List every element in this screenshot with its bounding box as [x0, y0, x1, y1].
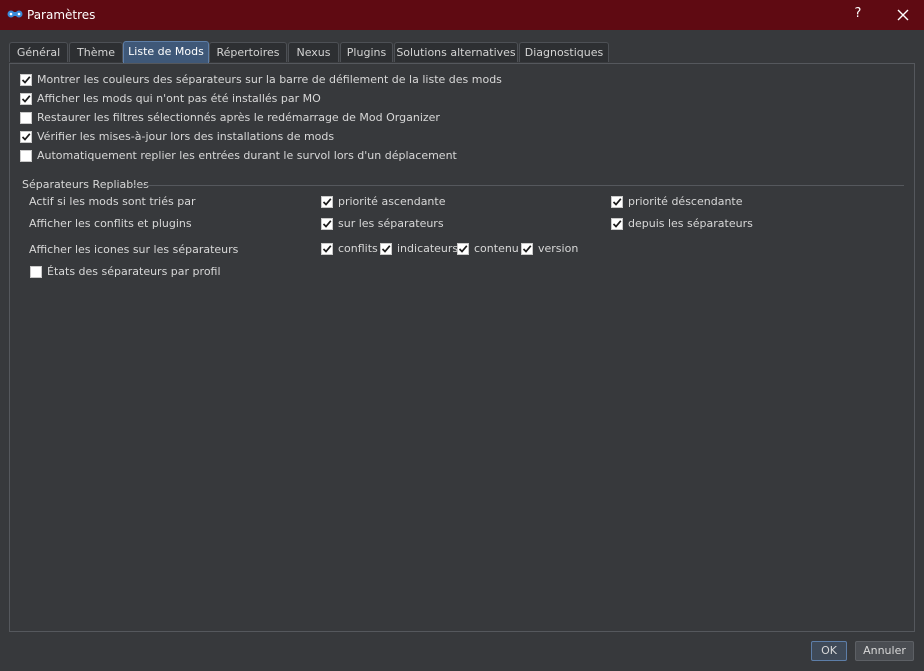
tab-general[interactable]: Général	[9, 42, 68, 62]
checkbox-priority-descending[interactable]	[611, 196, 623, 208]
checkbox-priority-ascending[interactable]	[321, 196, 333, 208]
cancel-button[interactable]: Annuler	[855, 641, 914, 661]
close-icon	[897, 9, 909, 21]
checkbox-on-separators[interactable]	[321, 218, 333, 230]
label-from-separators: depuis les séparateurs	[628, 217, 753, 230]
tab-nexus[interactable]: Nexus	[288, 42, 339, 62]
checkmark-icon	[381, 245, 391, 253]
label-active-sorted-by: Actif si les mods sont triés par	[29, 195, 196, 208]
checkmark-icon	[612, 198, 622, 206]
tab-diagnostics[interactable]: Diagnostiques	[519, 42, 609, 62]
checkmark-icon	[322, 220, 332, 228]
close-button[interactable]	[893, 6, 913, 24]
option-label-check-updates: Vérifier les mises-à-jour lors des insta…	[37, 130, 335, 143]
checkbox-icon-flags[interactable]	[380, 243, 392, 255]
option-checkbox-check-updates[interactable]	[20, 131, 32, 143]
option-checkbox-scrollbar-colors[interactable]	[20, 74, 32, 86]
tab-plugins[interactable]: Plugins	[340, 42, 393, 62]
option-checkbox-auto-collapse[interactable]	[20, 150, 32, 162]
checkbox-icon-version[interactable]	[521, 243, 533, 255]
tab-mod-list[interactable]: Liste de Mods	[123, 41, 209, 63]
tab-theme[interactable]: Thème	[69, 42, 123, 62]
option-label-auto-collapse: Automatiquement replier les entrées dura…	[37, 149, 457, 162]
option-label-scrollbar-colors: Montrer les couleurs des séparateurs sur…	[37, 73, 502, 86]
option-checkbox-restore-filters[interactable]	[20, 112, 32, 124]
label-icon-flags: indicateurs	[397, 242, 459, 255]
checkmark-icon	[21, 76, 31, 84]
checkbox-per-profile-states[interactable]	[30, 266, 42, 278]
label-icon-version: version	[538, 242, 579, 255]
group-divider	[134, 185, 904, 186]
checkmark-icon	[612, 220, 622, 228]
checkmark-icon	[522, 245, 532, 253]
checkbox-from-separators[interactable]	[611, 218, 623, 230]
checkmark-icon	[21, 133, 31, 141]
label-on-separators: sur les séparateurs	[338, 217, 444, 230]
option-checkbox-external-mods[interactable]	[20, 93, 32, 105]
label-show-conflicts-plugins: Afficher les conflits et plugins	[29, 217, 192, 230]
ok-button[interactable]: OK	[811, 641, 847, 661]
label-priority-ascending: priorité ascendante	[338, 195, 446, 208]
label-priority-descending: priorité déscendante	[628, 195, 743, 208]
checkbox-icon-content[interactable]	[457, 243, 469, 255]
tab-directories[interactable]: Répertoires	[209, 42, 287, 62]
help-button[interactable]: ?	[849, 6, 867, 24]
mod-organizer-logo-icon	[7, 10, 23, 18]
option-label-restore-filters: Restaurer les filtres sélectionnés après…	[37, 111, 440, 124]
checkmark-icon	[21, 95, 31, 103]
label-icon-content: contenu	[474, 242, 519, 255]
label-show-icons-separators: Afficher les icones sur les séparateurs	[29, 243, 239, 256]
window-title: Paramètres	[27, 8, 96, 22]
tab-workarounds[interactable]: Solutions alternatives	[394, 42, 518, 62]
group-title-collapsible: Séparateurs Repliables	[22, 178, 149, 191]
checkmark-icon	[322, 245, 332, 253]
option-label-external-mods: Afficher les mods qui n'ont pas été inst…	[37, 92, 321, 105]
label-icon-conflicts: conflits	[338, 242, 378, 255]
checkmark-icon	[322, 198, 332, 206]
checkbox-icon-conflicts[interactable]	[321, 243, 333, 255]
checkmark-icon	[458, 245, 468, 253]
label-per-profile-states: États des séparateurs par profil	[47, 265, 221, 278]
title-bar: Paramètres ?	[0, 0, 924, 30]
